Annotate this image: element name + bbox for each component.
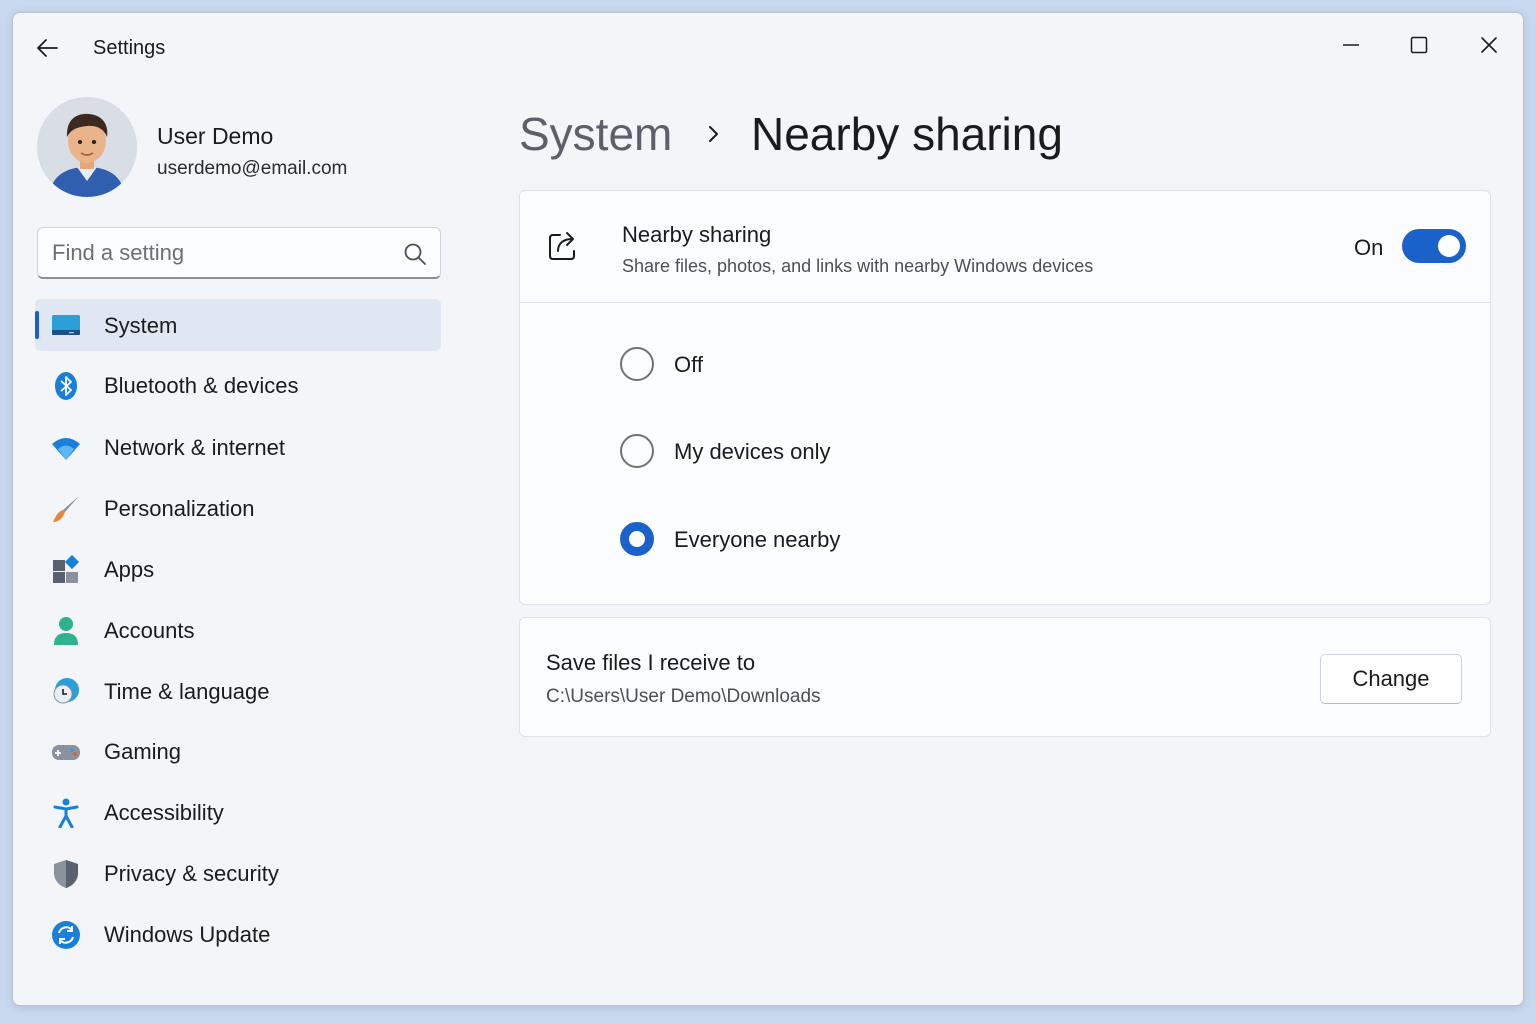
accessibility-icon <box>53 798 79 828</box>
gamepad-icon <box>52 745 80 760</box>
sidebar-item-system[interactable]: System <box>35 299 441 351</box>
app-title: Settings <box>93 37 166 59</box>
radio-label: Everyone nearby <box>674 527 841 552</box>
radio-button-selected[interactable] <box>620 522 654 556</box>
sidebar-item-personalization[interactable]: Personalization <box>35 482 441 534</box>
nearby-sharing-card: Nearby sharing Share files, photos, and … <box>519 190 1491 605</box>
minimize-button[interactable] <box>1331 25 1371 65</box>
system-icon <box>52 315 80 335</box>
search-input[interactable] <box>52 239 382 267</box>
chevron-right-icon <box>709 126 718 142</box>
search-box[interactable] <box>37 227 441 279</box>
save-location-path: C:\Users\User Demo\Downloads <box>546 686 821 707</box>
sidebar-item-accounts[interactable]: Accounts <box>35 604 441 656</box>
title-bar: Settings <box>13 13 1523 83</box>
sidebar-item-privacy-security[interactable]: Privacy & security <box>35 847 441 899</box>
radio-label: Off <box>674 352 703 377</box>
share-icon <box>549 232 575 260</box>
sidebar-item-label: Time & language <box>104 679 270 704</box>
sidebar-item-label: Accounts <box>104 618 195 643</box>
back-arrow-icon <box>37 39 58 57</box>
sidebar-item-label: Privacy & security <box>104 861 279 886</box>
sidebar-item-time-language[interactable]: Time & language <box>35 665 441 717</box>
back-button[interactable] <box>33 33 63 63</box>
save-location-card: Save files I receive to C:\Users\User De… <box>519 617 1491 737</box>
shield-icon <box>54 860 78 888</box>
sidebar-item-windows-update[interactable]: Windows Update <box>35 908 441 960</box>
apps-icon <box>53 555 80 583</box>
sidebar-item-label: Apps <box>104 557 155 582</box>
sidebar-item-label: Gaming <box>104 739 182 764</box>
nearby-sharing-toggle[interactable] <box>1402 229 1466 263</box>
toggle-state-label: On <box>1354 235 1384 260</box>
toggle-knob <box>1438 235 1460 257</box>
sidebar-item-label: Bluetooth & devices <box>104 373 299 398</box>
radio-button[interactable] <box>620 434 654 468</box>
person-icon <box>54 617 78 645</box>
nearby-sharing-header: Nearby sharing Share files, photos, and … <box>520 191 1490 303</box>
sidebar-item-apps[interactable]: Apps <box>35 543 441 595</box>
user-email: userdemo@email.com <box>157 158 348 179</box>
radio-option-my-devices-only[interactable]: My devices only <box>620 432 1120 472</box>
sidebar-item-accessibility[interactable]: Accessibility <box>35 786 441 838</box>
avatar-portrait-icon <box>37 97 137 197</box>
sidebar-item-bluetooth[interactable]: Bluetooth & devices <box>35 359 441 411</box>
sidebar-item-gaming[interactable]: Gaming <box>35 725 441 777</box>
sidebar-item-label: Network & internet <box>104 435 285 460</box>
change-location-button[interactable]: Change <box>1320 654 1462 704</box>
search-icon[interactable] <box>402 241 428 267</box>
sidebar-item-label: System <box>104 313 178 338</box>
bluetooth-icon <box>55 372 77 400</box>
settings-window: Settings User Demo userdemo@email.com Fi… <box>12 12 1524 1006</box>
brush-icon <box>53 496 79 522</box>
sidebar-item-label: Windows Update <box>104 922 271 947</box>
nearby-sharing-title: Nearby sharing <box>622 222 772 247</box>
close-icon <box>1481 37 1497 53</box>
close-button[interactable] <box>1469 25 1509 65</box>
breadcrumb-parent[interactable]: System <box>519 107 672 161</box>
radio-label: My devices only <box>674 439 831 464</box>
maximize-icon <box>1410 36 1428 54</box>
radio-option-off[interactable]: Off <box>620 345 1120 385</box>
clock-globe-icon <box>53 678 79 704</box>
minimize-icon <box>1343 44 1359 46</box>
sidebar-item-label: Personalization <box>104 496 255 521</box>
page-title: Nearby sharing <box>751 108 1063 160</box>
radio-button[interactable] <box>620 347 654 381</box>
update-icon <box>52 921 80 949</box>
save-location-title: Save files I receive to <box>546 650 756 675</box>
sidebar-item-network[interactable]: Network & internet <box>35 421 441 473</box>
sidebar-item-label: Accessibility <box>104 800 224 825</box>
wifi-icon <box>52 438 80 460</box>
avatar[interactable] <box>37 97 137 197</box>
radio-option-everyone-nearby[interactable]: Everyone nearby <box>620 520 1120 560</box>
user-name: User Demo <box>157 123 274 149</box>
nearby-sharing-description: Share files, photos, and links with near… <box>622 256 1094 276</box>
maximize-button[interactable] <box>1399 25 1439 65</box>
